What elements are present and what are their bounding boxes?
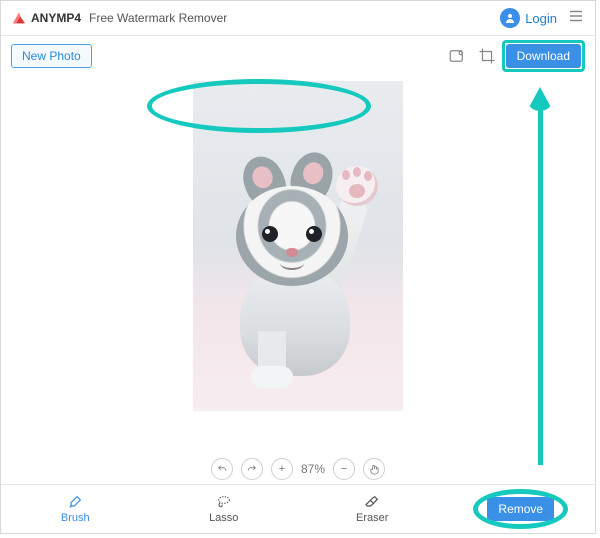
compare-icon[interactable] bbox=[446, 45, 468, 67]
top-toolbar: New Photo Download bbox=[1, 36, 595, 76]
user-avatar-icon bbox=[500, 8, 520, 28]
new-photo-button[interactable]: New Photo bbox=[11, 44, 92, 68]
crop-icon[interactable] bbox=[476, 45, 498, 67]
login-label: Login bbox=[525, 11, 557, 26]
zoom-controls: + 87% − bbox=[1, 450, 595, 484]
pan-button[interactable] bbox=[363, 458, 385, 480]
tool-eraser-label: Eraser bbox=[356, 512, 388, 524]
remove-button[interactable]: Remove bbox=[487, 497, 554, 521]
photo-preview[interactable] bbox=[193, 81, 403, 411]
kitten-illustration bbox=[218, 116, 378, 376]
redo-button[interactable] bbox=[241, 458, 263, 480]
tool-lasso[interactable]: Lasso bbox=[150, 494, 299, 524]
tool-brush-label: Brush bbox=[61, 512, 90, 524]
app-window: ANYMP4 Free Watermark Remover Login New … bbox=[0, 0, 596, 534]
brand-name: ANYMP4 bbox=[31, 11, 81, 25]
lasso-icon bbox=[214, 494, 234, 510]
bottom-toolbar: Brush Lasso Eraser Remove bbox=[1, 484, 595, 533]
logo-icon bbox=[11, 10, 27, 26]
tool-lasso-label: Lasso bbox=[209, 512, 238, 524]
download-highlight: Download bbox=[502, 40, 585, 72]
menu-icon[interactable] bbox=[567, 7, 585, 30]
eraser-icon bbox=[362, 494, 382, 510]
header-bar: ANYMP4 Free Watermark Remover Login bbox=[1, 1, 595, 36]
tool-brush[interactable]: Brush bbox=[1, 494, 150, 524]
zoom-value: 87% bbox=[301, 462, 325, 476]
brand-logo: ANYMP4 Free Watermark Remover bbox=[11, 10, 227, 26]
canvas-area bbox=[1, 76, 595, 450]
remove-cell: Remove bbox=[447, 497, 596, 521]
zoom-in-button[interactable]: + bbox=[271, 458, 293, 480]
app-title: Free Watermark Remover bbox=[89, 11, 227, 25]
login-button[interactable]: Login bbox=[500, 8, 557, 28]
zoom-out-button[interactable]: − bbox=[333, 458, 355, 480]
download-button[interactable]: Download bbox=[506, 44, 581, 68]
undo-button[interactable] bbox=[211, 458, 233, 480]
brush-icon bbox=[65, 494, 85, 510]
tool-eraser[interactable]: Eraser bbox=[298, 494, 447, 524]
